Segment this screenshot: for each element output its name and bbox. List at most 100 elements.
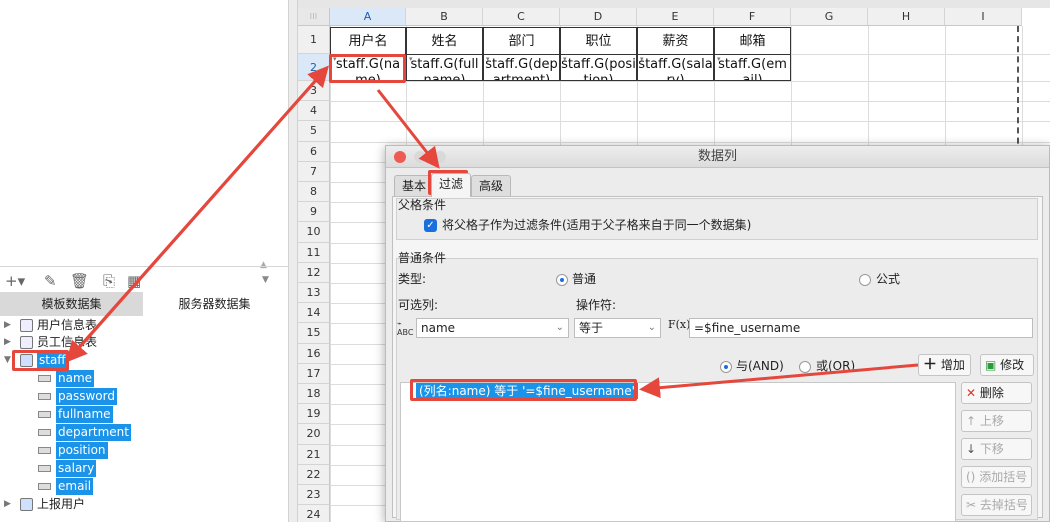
tab-filter[interactable]: 过滤 [431,173,472,197]
row-header-6[interactable]: 6 [298,141,330,162]
move-down-label: 下移 [979,442,1004,456]
data-cell[interactable]: ▾ staff.G(email) [714,54,791,81]
close-button[interactable] [394,151,406,163]
field-icon [38,447,51,454]
expand-arrow-icon: ▾ [640,55,644,63]
header-cell[interactable]: 用户名 [330,27,406,55]
chevron-down-icon[interactable]: ▼ [262,275,269,285]
move-down-button[interactable]: ↓ 下移 [961,438,1032,460]
zoom-button[interactable] [434,151,446,163]
column-header-A[interactable]: A [330,8,406,26]
type-normal-radio[interactable] [556,274,568,286]
row-header-14[interactable]: 14 [298,303,330,324]
move-up-button[interactable]: ↑ 上移 [961,410,1032,432]
column-header-D[interactable]: D [560,8,637,26]
or-radio[interactable] [799,361,811,373]
table-icon [20,319,33,332]
parent-filter-checkbox[interactable]: ✓ [424,219,437,232]
data-cell-text: staff.G(position) [561,57,636,81]
expand-icon[interactable]: ▶ [4,317,12,334]
expand-icon[interactable]: ▶ [4,496,12,513]
tree-item-label: 员工信息表 [37,335,98,349]
data-cell-text: staff.G(email) [718,57,787,81]
row-header-8[interactable]: 8 [298,182,330,203]
column-select-value: name [421,321,456,335]
column-header-H[interactable]: H [868,8,945,26]
collapse-icon[interactable]: ▼ [4,352,12,369]
data-cell[interactable]: ▾ staff.G(position) [560,54,637,81]
select-all-corner[interactable]: ⁝⁝⁝ [298,8,330,26]
expand-arrow-icon: ▾ [717,55,721,63]
row-header-24[interactable]: 24 [298,505,330,522]
header-cell[interactable]: 职位 [560,27,637,55]
type-normal-label: 普通 [572,272,597,286]
formula-fx-icon[interactable]: F(x) [668,318,690,331]
tab-server-dataset[interactable]: 服务器数据集 [143,292,286,316]
row-header-3[interactable]: 3 [298,81,330,102]
data-cell[interactable]: ▾ staff.G(salary) [637,54,714,81]
expand-icon[interactable]: ▶ [4,334,12,351]
row-header-19[interactable]: 19 [298,404,330,425]
and-radio[interactable] [720,361,732,373]
add-button[interactable]: ＋ 增加 [918,354,971,376]
row-header-12[interactable]: 12 [298,262,330,283]
row-header-17[interactable]: 17 [298,363,330,384]
column-select[interactable]: name ⌄ [416,318,569,338]
tab-advanced[interactable]: 高级 [471,175,512,196]
add-bracket-button[interactable]: () 添加括号 [961,466,1032,488]
column-header-G[interactable]: G [791,8,868,26]
row-header-10[interactable]: 10 [298,222,330,243]
field-icon [38,411,51,418]
minimize-button[interactable] [414,151,426,163]
remove-bracket-button[interactable]: ✂ 去掉括号 [961,494,1032,516]
row-header-16[interactable]: 16 [298,343,330,364]
delete-button[interactable]: ✕ 删除 [961,382,1032,404]
add-dataset-icon[interactable]: +▾ [5,272,25,290]
column-label: 可选列: [398,298,439,312]
formula-input[interactable]: =$fine_username [689,318,1033,338]
column-header-F[interactable]: F [714,8,791,26]
panel-splitter[interactable] [288,0,298,522]
operator-label: 操作符: [576,298,617,312]
type-formula-radio[interactable] [859,274,871,286]
row-header-21[interactable]: 21 [298,444,330,465]
modify-button[interactable]: ▣ 修改 [980,354,1034,376]
row-header-11[interactable]: 11 [298,242,330,263]
data-cell[interactable]: ▾ staff.G(fullname) [406,54,483,81]
row-header-22[interactable]: 22 [298,464,330,485]
move-up-label: 上移 [979,414,1004,428]
field-label: position [56,442,108,459]
preview-icon[interactable]: ⎘ [103,272,115,290]
row-header-15[interactable]: 15 [298,323,330,344]
row-header-1[interactable]: 1 [298,26,330,54]
row-header-13[interactable]: 13 [298,283,330,304]
row-header-9[interactable]: 9 [298,202,330,223]
column-header-C[interactable]: C [483,8,560,26]
tab-template-dataset[interactable]: 模板数据集 [0,292,143,316]
edit-icon[interactable]: ✎ [44,272,57,290]
row-header-20[interactable]: 20 [298,424,330,445]
or-label: 或(OR) [816,359,856,373]
operator-select[interactable]: 等于 ⌄ [574,318,661,338]
header-cell[interactable]: 部门 [483,27,560,55]
field-label: department [56,424,131,441]
row-header-18[interactable]: 18 [298,384,330,405]
row-header-7[interactable]: 7 [298,161,330,182]
header-cell[interactable]: 姓名 [406,27,483,55]
row-header-2[interactable]: 2 [298,54,330,81]
data-cell[interactable]: ▾ staff.G(department) [483,54,560,81]
annotation-box-staff [12,350,69,371]
data-cell-text: staff.G(department) [485,57,558,81]
column-header-I[interactable]: I [945,8,1022,26]
delete-icon[interactable]: 🗑 [70,272,89,290]
table-icon[interactable]: ▦ [127,272,141,290]
annotation-box-cell-a2 [329,54,406,83]
add-button-label: 增加 [940,358,965,372]
column-header-E[interactable]: E [637,8,714,26]
column-header-B[interactable]: B [406,8,483,26]
row-header-4[interactable]: 4 [298,101,330,122]
row-header-5[interactable]: 5 [298,121,330,142]
row-header-23[interactable]: 23 [298,485,330,506]
header-cell[interactable]: 薪资 [637,27,714,55]
header-cell[interactable]: 邮箱 [714,27,791,55]
